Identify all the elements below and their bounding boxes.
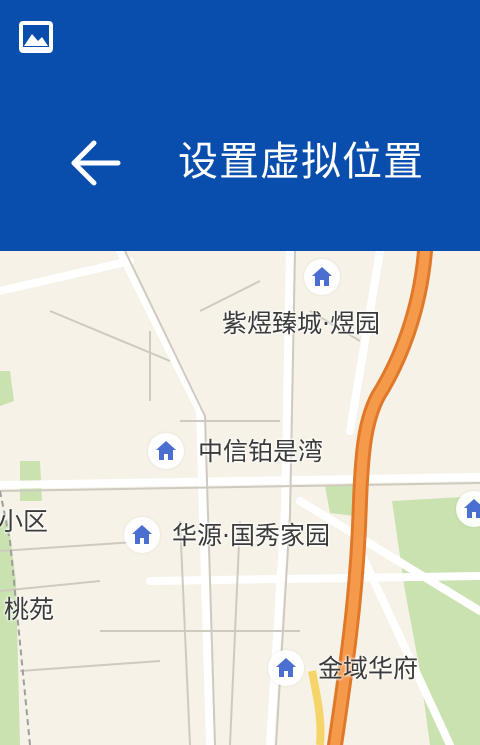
home-icon[interactable] [268,650,304,686]
poi-label: 紫煜臻城·煜园 [222,309,380,338]
poi-label: 华源·国秀家园 [172,521,330,550]
poi-label: 中信铂是湾 [198,437,324,466]
poi-label: 金域华府 [318,654,419,683]
map-view[interactable]: 紫煜臻城·煜园 中信铂是湾 华源·国秀家园 金域华府 小区 桃苑 [0,251,480,745]
home-icon[interactable] [304,259,340,295]
arrow-left-icon [71,140,121,186]
partial-label: 桃苑 [4,595,55,624]
home-icon[interactable] [124,517,160,553]
back-button[interactable] [66,136,126,190]
page-title: 设置虚拟位置 [178,139,424,185]
home-icon[interactable] [148,433,184,469]
app-header: 设置虚拟位置 [0,0,480,251]
partial-label: 小区 [0,507,49,536]
image-icon [18,20,54,54]
